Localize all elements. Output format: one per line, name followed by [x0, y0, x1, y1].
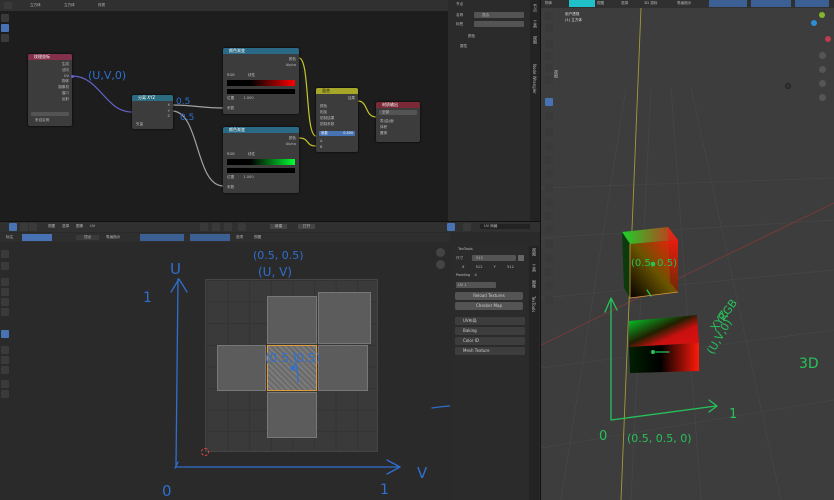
- uv0-label: (U,V,0): [704, 317, 734, 357]
- padding-label: Padding: [456, 273, 471, 277]
- cube-coord-label: (0.5, 0.5): [631, 258, 677, 269]
- padding-value[interactable]: 4: [474, 273, 476, 277]
- section-mesh-texture[interactable]: Mesh Texture: [455, 347, 525, 355]
- tab-tool[interactable]: 工具: [532, 20, 538, 28]
- node-editor: 立方体 立方体 材质 纹理坐标 生成 法向 UV 物体 摄像机 窗口 反射 来自…: [0, 0, 540, 222]
- image-name-field[interactable]: UV 网格: [480, 224, 530, 229]
- origin-zero-label: 0: [599, 429, 607, 444]
- x-label: X: [462, 265, 465, 269]
- tab-node-wrangler[interactable]: Node Wrangler: [532, 64, 537, 94]
- section-color-id[interactable]: Color ID: [455, 337, 525, 345]
- bottom-coord-label: (0.5, 0.5, 0): [627, 432, 692, 445]
- uv-top-coord2: (U, V): [258, 265, 292, 279]
- uv-annotations: U V 0 1 1 (0.5, 0.5) (U, V) (0.5, 0.5): [143, 249, 450, 500]
- annotation-y: 0.5: [180, 113, 194, 123]
- uv-center-coord: (0.5, 0.5): [265, 351, 320, 365]
- annotation-x: 0.5: [176, 97, 190, 107]
- name-label: 名称: [456, 13, 464, 17]
- textools-panel: TexTools 尺寸 512 X 512 Y 512 Padding 4 UV…: [452, 246, 528, 500]
- node-panel-header[interactable]: 节点: [456, 2, 463, 7]
- uv-one-x-label: 1: [380, 482, 389, 498]
- checker-map-button[interactable]: Checker Map: [455, 302, 523, 310]
- label-field[interactable]: [474, 21, 524, 27]
- viewport-annotations: (0.5, 0.5) RGB XYZ (U,V,0) 3D 0 1 (0.5, …: [599, 258, 819, 445]
- x-value[interactable]: 512: [476, 265, 483, 269]
- name-field[interactable]: 混合: [474, 12, 524, 18]
- uv-channel-dropdown[interactable]: UV 1: [456, 282, 496, 288]
- tab-image[interactable]: 图像: [531, 280, 537, 288]
- tab-view[interactable]: 视图: [531, 248, 537, 256]
- axis-one-label: 1: [729, 407, 737, 422]
- viewport-3d[interactable]: 物体 视图 选择 3D 游标 笔画指示 用户透视 (1) 立方体 视图 (0.5…: [541, 0, 834, 500]
- area-divider-vertical[interactable]: [540, 0, 541, 500]
- tab-view[interactable]: 视图: [532, 36, 538, 44]
- node-sidebar: 节点 名称 混合 标签 颜色 属性: [448, 0, 530, 222]
- tab-node[interactable]: 节点: [532, 4, 538, 12]
- annotation-uv0: (U,V,0): [88, 69, 126, 82]
- uv-top-coord: (0.5, 0.5): [253, 249, 304, 262]
- uv-origin-label: 0: [162, 482, 172, 500]
- label-label: 标签: [456, 22, 464, 26]
- area-divider-horizontal[interactable]: [0, 221, 540, 222]
- properties-section[interactable]: 属性: [460, 44, 467, 49]
- uv-editor: 视图 选择 图像 UV 新建 打开 UV 网格 标注 顶点 笔画指示 选项 视图: [0, 222, 540, 500]
- y-label: Y: [493, 265, 496, 269]
- uv-one-y-label: 1: [143, 290, 152, 306]
- y-value[interactable]: 512: [507, 265, 514, 269]
- eyedropper-icon[interactable]: [518, 255, 524, 261]
- uv-u-label: U: [170, 260, 181, 278]
- uv-v-label: V: [417, 464, 428, 482]
- color-section[interactable]: 颜色: [468, 34, 475, 39]
- section-uv-layout[interactable]: UV布局: [455, 317, 525, 325]
- uv-sidebar-tabs: 视图 工具 图像 TexTools: [529, 246, 539, 500]
- image-datablock-icon[interactable]: [463, 223, 471, 231]
- size-label: 尺寸: [456, 256, 464, 260]
- size-dropdown[interactable]: 512: [472, 255, 516, 261]
- textools-title[interactable]: TexTools: [458, 247, 473, 251]
- reload-textures-button[interactable]: Reload Textures: [455, 292, 523, 300]
- 3d-label: 3D: [799, 356, 819, 372]
- tab-tool[interactable]: 工具: [531, 264, 537, 272]
- node-sidebar-tabs: 节点 工具 视图 Node Wrangler: [530, 0, 540, 222]
- node-annotations: (U,V,0) 0.5 0.5: [88, 69, 194, 123]
- section-baking[interactable]: Baking: [455, 327, 525, 335]
- tab-textools[interactable]: TexTools: [531, 296, 536, 312]
